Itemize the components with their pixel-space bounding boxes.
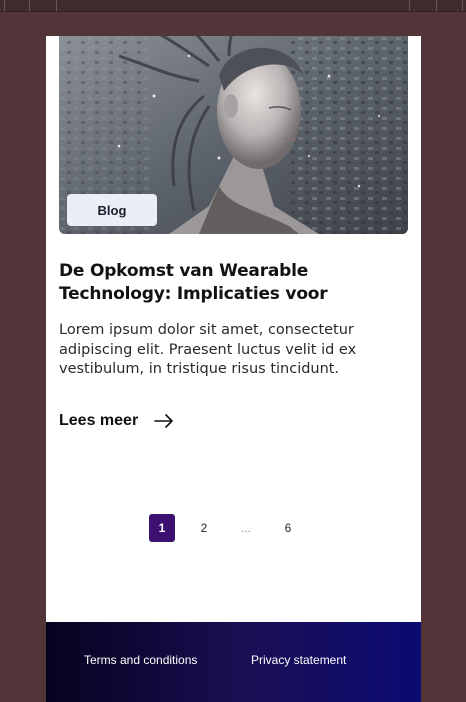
post-excerpt: Lorem ipsum dolor sit amet, consectetur …: [59, 322, 357, 377]
read-more-label: Lees meer: [59, 412, 139, 429]
category-badge[interactable]: Blog: [67, 194, 157, 226]
ruler-tick: [462, 0, 463, 11]
ruler-tick: [436, 0, 437, 11]
arrow-right-icon: [154, 414, 174, 428]
post-title[interactable]: De Opkomst van Wearable Technology: Impl…: [59, 260, 389, 306]
terms-link[interactable]: Terms and conditions: [84, 653, 197, 667]
hero-image[interactable]: Blog: [59, 36, 408, 234]
page-button-1[interactable]: 1: [149, 514, 175, 542]
ruler-tick: [56, 0, 57, 11]
ruler-tick: [29, 0, 30, 11]
page: Blog De Opkomst van Wearable Technology:…: [46, 36, 421, 702]
top-ruler: [0, 0, 466, 12]
page-button-6[interactable]: 6: [275, 514, 301, 542]
page-button-2[interactable]: 2: [191, 514, 217, 542]
footer: Terms and conditions Privacy statement: [46, 622, 421, 702]
pagination-ellipsis: ...: [240, 521, 251, 535]
ruler-tick: [409, 0, 410, 11]
pagination: 1 2 ... 6: [149, 514, 301, 542]
read-more-link[interactable]: Lees meer: [59, 410, 174, 432]
privacy-link[interactable]: Privacy statement: [251, 653, 346, 667]
ruler-tick: [4, 0, 5, 11]
